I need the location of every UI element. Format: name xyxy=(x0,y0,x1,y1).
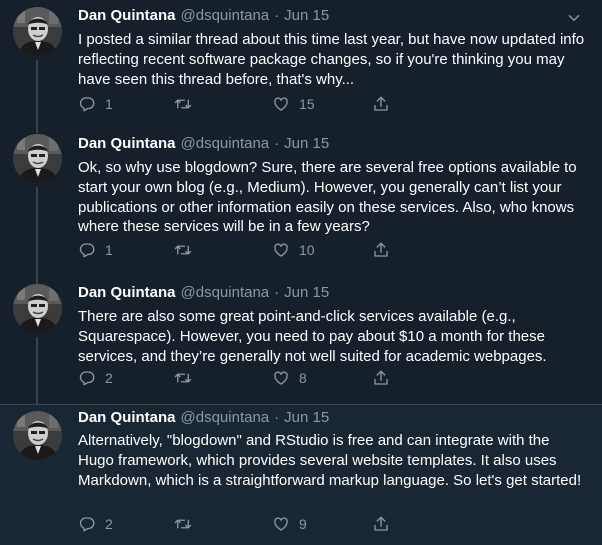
reply-count: 2 xyxy=(105,370,113,386)
author-handle[interactable]: @dsquintana xyxy=(181,7,270,24)
reply-button[interactable]: 2 xyxy=(78,515,113,533)
tweet-header: Dan Quintana @dsquintana · Jun 15 xyxy=(78,7,329,27)
reply-icon xyxy=(78,369,96,387)
reply-count: 1 xyxy=(105,96,113,112)
tweet-text: Alternatively, "blogdown" and RStudio is… xyxy=(78,432,582,489)
retweet-icon xyxy=(174,369,192,387)
tweet-date[interactable]: Jun 15 xyxy=(284,135,329,152)
separator-dot: · xyxy=(274,7,280,24)
reply-count: 2 xyxy=(105,516,113,532)
separator-dot: · xyxy=(274,284,280,301)
retweet-icon xyxy=(174,515,192,533)
tweet-item[interactable]: Dan Quintana @dsquintana · Jun 15 There … xyxy=(0,278,602,404)
reply-icon xyxy=(78,241,96,259)
share-button[interactable] xyxy=(372,95,390,113)
like-button[interactable]: 8 xyxy=(272,369,307,387)
share-button[interactable] xyxy=(372,241,390,259)
author-handle[interactable]: @dsquintana xyxy=(181,135,270,152)
tweet-text: Ok, so why use blogdown? Sure, there are… xyxy=(78,159,577,236)
tweet-actions: 2 8 xyxy=(78,369,398,391)
reply-button[interactable]: 1 xyxy=(78,241,113,259)
chevron-down-icon[interactable] xyxy=(565,9,583,27)
tweet-header: Dan Quintana @dsquintana · Jun 15 xyxy=(78,284,329,304)
share-icon xyxy=(372,241,390,259)
reply-icon xyxy=(78,95,96,113)
author-name[interactable]: Dan Quintana xyxy=(78,409,176,426)
author-name[interactable]: Dan Quintana xyxy=(78,135,176,152)
author-handle[interactable]: @dsquintana xyxy=(181,409,270,426)
tweet-date[interactable]: Jun 15 xyxy=(284,284,329,301)
tweet-actions: 2 9 xyxy=(78,515,398,537)
tweet-header: Dan Quintana @dsquintana · Jun 15 xyxy=(78,135,329,155)
tweet-date[interactable]: Jun 15 xyxy=(284,409,329,426)
like-count: 10 xyxy=(299,242,315,258)
separator-dot: · xyxy=(274,135,280,152)
share-button[interactable] xyxy=(372,515,390,533)
tweet-item[interactable]: Dan Quintana @dsquintana · Jun 15 I post… xyxy=(0,0,602,126)
share-icon xyxy=(372,369,390,387)
share-icon xyxy=(372,515,390,533)
like-button[interactable]: 10 xyxy=(272,241,315,259)
avatar[interactable] xyxy=(13,134,62,183)
thread-line xyxy=(36,337,38,404)
heart-icon xyxy=(272,95,290,113)
author-name[interactable]: Dan Quintana xyxy=(78,7,176,24)
thread-line xyxy=(36,187,38,278)
share-button[interactable] xyxy=(372,369,390,387)
tweet-date[interactable]: Jun 15 xyxy=(284,7,329,24)
like-button[interactable]: 9 xyxy=(272,515,307,533)
share-icon xyxy=(372,95,390,113)
tweet-header: Dan Quintana @dsquintana · Jun 15 xyxy=(78,409,329,429)
retweet-icon xyxy=(174,241,192,259)
reply-button[interactable]: 2 xyxy=(78,369,113,387)
tweet-actions: 1 10 xyxy=(78,241,398,263)
like-count: 15 xyxy=(299,96,315,112)
thread-line xyxy=(36,126,38,133)
reply-icon xyxy=(78,515,96,533)
tweet-thread: Dan Quintana @dsquintana · Jun 15 I post… xyxy=(0,0,602,545)
avatar[interactable] xyxy=(13,284,62,333)
separator-dot: · xyxy=(274,409,280,426)
heart-icon xyxy=(272,515,290,533)
reply-button[interactable]: 1 xyxy=(78,95,113,113)
reply-count: 1 xyxy=(105,242,113,258)
tweet-item[interactable]: Dan Quintana @dsquintana · Jun 15 Ok, so… xyxy=(0,126,602,278)
heart-icon xyxy=(272,241,290,259)
tweet-item[interactable]: Dan Quintana @dsquintana · Jun 15 Altern… xyxy=(0,404,602,545)
avatar[interactable] xyxy=(13,7,62,56)
retweet-button[interactable] xyxy=(174,515,192,533)
retweet-icon xyxy=(174,95,192,113)
thread-line xyxy=(36,60,38,126)
like-button[interactable]: 15 xyxy=(272,95,315,113)
author-handle[interactable]: @dsquintana xyxy=(181,284,270,301)
retweet-button[interactable] xyxy=(174,241,192,259)
tweet-actions: 1 15 xyxy=(78,95,398,117)
avatar[interactable] xyxy=(13,411,62,460)
like-count: 8 xyxy=(299,370,307,386)
author-name[interactable]: Dan Quintana xyxy=(78,284,176,301)
retweet-button[interactable] xyxy=(174,95,192,113)
heart-icon xyxy=(272,369,290,387)
tweet-text: There are also some great point-and-clic… xyxy=(78,308,547,365)
tweet-text: I posted a similar thread about this tim… xyxy=(78,31,585,88)
like-count: 9 xyxy=(299,516,307,532)
retweet-button[interactable] xyxy=(174,369,192,387)
